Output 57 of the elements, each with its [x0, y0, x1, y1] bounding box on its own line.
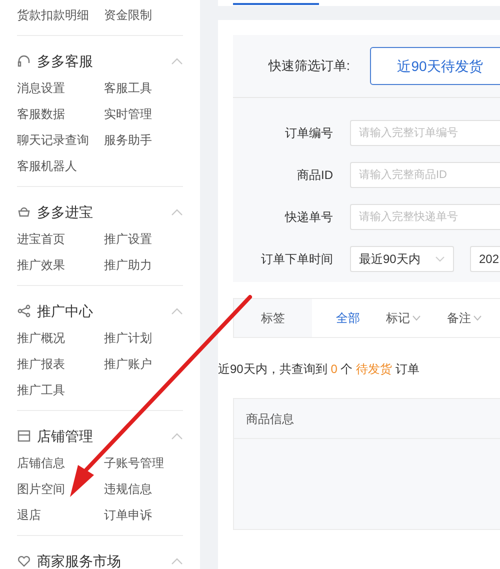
chevron-down-icon	[435, 256, 445, 262]
tag-bar-label: 标签	[234, 299, 312, 337]
sidebar-link[interactable]: 推广账户	[104, 354, 152, 374]
sidebar-link[interactable]: 订单申诉	[104, 505, 152, 525]
section-title[interactable]: 多多客服	[37, 50, 93, 72]
sidebar-link[interactable]: 子账号管理	[104, 453, 164, 473]
section-title[interactable]: 推广中心	[37, 300, 93, 322]
field-label: 订单编号	[284, 125, 333, 142]
section-title[interactable]: 店铺管理	[37, 426, 93, 446]
store-icon	[17, 429, 31, 443]
sidebar-link[interactable]: 违规信息	[104, 479, 152, 499]
tag-tab[interactable]: 标记	[386, 309, 421, 327]
section-title[interactable]: 多多进宝	[37, 202, 93, 222]
sidebar-link[interactable]: 资金限制	[104, 5, 152, 25]
chevron-icon[interactable]	[171, 57, 183, 65]
date-field[interactable]: 202	[470, 246, 500, 272]
input-field[interactable]: 请输入完整订单编号	[350, 120, 500, 146]
sidebar-link[interactable]: 进宝首页	[17, 229, 65, 249]
sidebar-link[interactable]: 推广效果	[17, 255, 65, 275]
tag-tab[interactable]: 备注	[447, 309, 482, 327]
sidebar-link[interactable]: 推广计划	[104, 328, 152, 348]
sidebar-link[interactable]: 图片空间	[17, 479, 65, 499]
quick-filter-button[interactable]: 近90天待发货	[370, 47, 500, 85]
range-select[interactable]: 最近90天内	[350, 246, 454, 272]
chevron-icon[interactable]	[171, 557, 183, 565]
input-field[interactable]: 请输入完整商品ID	[350, 162, 500, 188]
column-header: 商品信息	[246, 410, 294, 428]
sidebar-link[interactable]: 推广概况	[17, 328, 65, 348]
sidebar-link[interactable]: 推广助力	[104, 255, 152, 275]
field-label: 商品ID	[296, 167, 333, 184]
sidebar-link[interactable]: 推广设置	[104, 229, 152, 249]
sidebar-link[interactable]: 推广工具	[17, 380, 65, 400]
sidebar-link[interactable]: 服务助手	[104, 130, 152, 150]
tag-tab[interactable]: 全部	[336, 309, 360, 327]
quick-filter-label: 快速筛选订单:	[267, 57, 350, 76]
chevron-icon[interactable]	[171, 432, 183, 440]
sidebar-link[interactable]: 店铺信息	[17, 453, 65, 473]
sidebar-link[interactable]: 客服工具	[104, 78, 152, 98]
sidebar-link[interactable]: 聊天记录查询	[17, 130, 89, 150]
chevron-icon[interactable]	[171, 208, 183, 216]
sidebar-link[interactable]: 客服数据	[17, 104, 65, 124]
field-label: 快递单号	[284, 209, 333, 226]
chevron-icon[interactable]	[171, 307, 183, 315]
sidebar-link[interactable]: 客服机器人	[17, 156, 77, 176]
heart-icon	[17, 554, 31, 568]
field-label: 订单下单时间	[260, 251, 333, 268]
sidebar-link[interactable]: 退店	[17, 505, 41, 525]
share-icon	[17, 304, 31, 318]
headset-icon	[17, 54, 31, 68]
section-title[interactable]: 商家服务市场	[37, 550, 121, 569]
order-summary: 近90天内，共查询到 0 个 待发货 订单	[218, 361, 420, 378]
sidebar-link[interactable]: 消息设置	[17, 78, 65, 98]
input-field[interactable]: 请输入完整快递单号	[350, 204, 500, 230]
bowl-icon	[17, 205, 31, 219]
sidebar-link[interactable]: 实时管理	[104, 104, 152, 124]
sidebar-link[interactable]: 推广报表	[17, 354, 65, 374]
sidebar-link[interactable]: 货款扣款明细	[17, 5, 89, 25]
